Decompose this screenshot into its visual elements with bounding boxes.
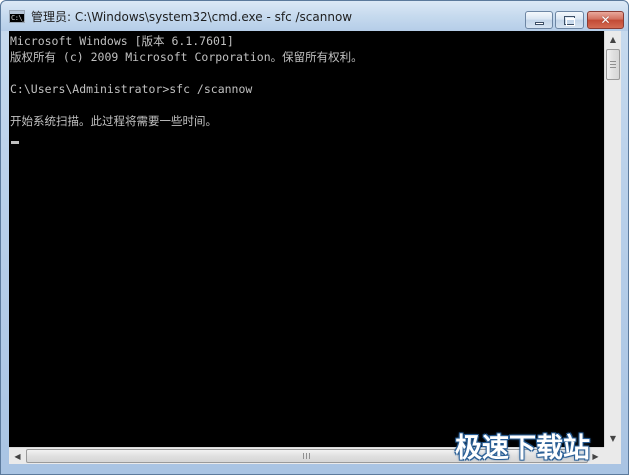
- scroll-left-button[interactable]: ◀: [9, 448, 26, 464]
- cmd-window: C:\_ 管理员: C:\Windows\system32\cmd.exe - …: [0, 0, 629, 475]
- grip-line: [306, 453, 307, 459]
- grip-line: [309, 453, 310, 459]
- console-line: Microsoft Windows [版本 6.1.7601]: [10, 34, 234, 48]
- console-line: 版权所有 (c) 2009 Microsoft Corporation。保留所有…: [10, 50, 363, 64]
- window-title: 管理员: C:\Windows\system32\cmd.exe - sfc /…: [31, 10, 353, 24]
- grip-line: [610, 64, 616, 65]
- size-grip[interactable]: [604, 447, 621, 464]
- close-icon: ✕: [600, 13, 611, 27]
- cmd-icon[interactable]: C:\_: [9, 10, 26, 23]
- grip-line: [610, 61, 616, 62]
- grip-line: [303, 453, 304, 459]
- console-line: C:\Users\Administrator>sfc /scannow: [10, 82, 253, 96]
- vertical-scroll-thumb[interactable]: [606, 49, 620, 80]
- grip-line: [610, 67, 616, 68]
- arrow-left-icon: ◀: [14, 451, 21, 461]
- arrow-right-icon: ▶: [592, 451, 599, 461]
- text-cursor: [11, 141, 19, 144]
- title-bar[interactable]: C:\_ 管理员: C:\Windows\system32\cmd.exe - …: [1, 1, 628, 31]
- watermark: 极速下载站: [455, 433, 590, 464]
- vertical-scrollbar[interactable]: ▲ ▼: [604, 31, 621, 447]
- console-output[interactable]: Microsoft Windows [版本 6.1.7601] 版权所有 (c)…: [9, 31, 604, 447]
- scroll-up-button[interactable]: ▲: [605, 31, 621, 48]
- arrow-up-icon: ▲: [609, 34, 617, 44]
- minimize-button[interactable]: [525, 11, 553, 29]
- close-button[interactable]: ✕: [587, 11, 624, 29]
- maximize-button[interactable]: [555, 11, 584, 29]
- maximize-icon: [564, 15, 575, 26]
- console-line: 开始系统扫描。此过程将需要一些时间。: [10, 114, 217, 128]
- minimize-icon: [534, 21, 544, 25]
- scroll-down-button[interactable]: ▼: [605, 430, 621, 447]
- arrow-down-icon: ▼: [609, 433, 617, 443]
